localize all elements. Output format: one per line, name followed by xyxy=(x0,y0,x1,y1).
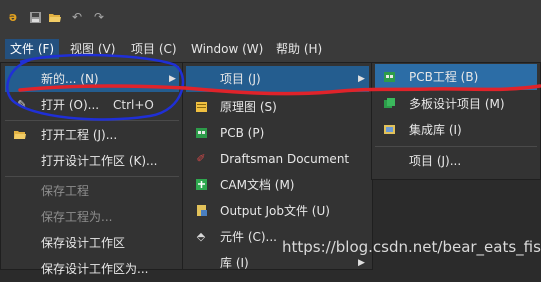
new-item-draftsman-label: Draftsman Document xyxy=(220,152,350,166)
new-item-output-job[interactable]: Output Job文件 (U) xyxy=(186,198,369,224)
menu-file[interactable]: 文件 (F) xyxy=(5,39,60,59)
schematic-icon xyxy=(194,100,208,114)
new-item-cam-label: CAM文档 (M) xyxy=(220,178,295,192)
submenu-arrow-icon: ▶ xyxy=(358,74,365,84)
project-item-project-label: 项目 (J)... xyxy=(409,154,462,168)
draftsman-icon: ✐ xyxy=(196,152,206,165)
project-item-integrated-library-label: 集成库 (I) xyxy=(409,123,462,137)
project-item-multiboard[interactable]: 多板设计项目 (M) xyxy=(375,91,537,117)
project-item-pcb-project[interactable]: PCB工程 (B) xyxy=(375,64,537,90)
menu-item-new[interactable]: 新的... (N) ▶ xyxy=(5,66,179,92)
toolbar: ə ↶ ↷ xyxy=(0,0,541,36)
new-item-library-label: 库 (I) xyxy=(220,256,249,270)
menu-item-open[interactable]: ✎ 打开 (O)... Ctrl+O xyxy=(5,92,179,118)
menu-item-save-project: 保存工程 xyxy=(5,178,179,204)
new-item-draftsman[interactable]: ✐ Draftsman Document xyxy=(186,146,369,172)
menu-item-save-project-as-label: 保存工程为... xyxy=(41,210,113,224)
menu-window[interactable]: Window (W) xyxy=(186,39,268,59)
menu-bar: 文件 (F) 视图 (V) 项目 (C) Window (W) 帮助 (H) xyxy=(0,36,541,63)
new-item-component-label: 元件 (C)... xyxy=(220,230,278,244)
new-item-cam[interactable]: CAM文档 (M) xyxy=(186,172,369,198)
submenu-arrow-icon: ▶ xyxy=(169,74,176,84)
menu-item-save-project-as: 保存工程为... xyxy=(5,204,179,230)
cam-icon xyxy=(194,178,208,192)
project-item-integrated-library[interactable]: 集成库 (I) xyxy=(375,117,537,143)
menu-view[interactable]: 视图 (V) xyxy=(65,39,120,59)
new-item-project[interactable]: 项目 (J) ▶ xyxy=(186,66,369,92)
menu-item-save-workspace-as[interactable]: 保存设计工作区为... xyxy=(5,256,179,282)
component-icon: ⬘ xyxy=(196,230,206,243)
menu-project[interactable]: 项目 (C) xyxy=(126,39,182,59)
open-file-icon: ✎ xyxy=(17,98,27,111)
project-item-project[interactable]: 项目 (J)... xyxy=(375,148,537,174)
integrated-library-icon xyxy=(382,123,396,137)
new-item-project-label: 项目 (J) xyxy=(220,72,261,86)
multiboard-icon xyxy=(382,97,396,111)
menu-help[interactable]: 帮助 (H) xyxy=(271,39,327,59)
menu-item-open-shortcut: Ctrl+O xyxy=(113,98,154,112)
pcb-project-icon xyxy=(382,70,396,84)
menu-item-save-project-label: 保存工程 xyxy=(41,184,90,198)
menu-item-save-workspace-label: 保存设计工作区 xyxy=(41,236,126,250)
project-item-multiboard-label: 多板设计项目 (M) xyxy=(409,97,505,111)
project-submenu: PCB工程 (B) 多板设计项目 (M) 集成库 (I) 项目 (J)... xyxy=(371,62,541,180)
new-item-pcb[interactable]: PCB (P) xyxy=(186,120,369,146)
new-item-pcb-label: PCB (P) xyxy=(220,126,265,140)
pcb-icon xyxy=(194,126,208,140)
menu-item-save-workspace-as-label: 保存设计工作区为... xyxy=(41,262,149,276)
menu-separator xyxy=(5,176,179,177)
open-project-folder-icon xyxy=(13,128,27,142)
app-logo-icon[interactable]: ə xyxy=(6,10,20,24)
save-icon[interactable] xyxy=(28,10,42,24)
menu-item-open-project[interactable]: 打开工程 (J)... xyxy=(5,122,179,148)
file-menu: 新的... (N) ▶ ✎ 打开 (O)... Ctrl+O 打开工程 (J).… xyxy=(0,62,184,276)
menu-item-open-label: 打开 (O)... xyxy=(41,98,100,112)
undo-icon[interactable]: ↶ xyxy=(70,10,84,24)
new-item-schematic[interactable]: 原理图 (S) xyxy=(186,94,369,120)
new-item-output-job-label: Output Job文件 (U) xyxy=(220,204,330,218)
redo-icon[interactable]: ↷ xyxy=(92,10,106,24)
new-item-schematic-label: 原理图 (S) xyxy=(220,100,277,114)
menu-item-open-workspace[interactable]: 打开设计工作区 (K)... xyxy=(5,148,179,174)
menu-item-new-label: 新的... (N) xyxy=(41,72,99,86)
menu-item-save-workspace[interactable]: 保存设计工作区 xyxy=(5,230,179,256)
output-job-icon xyxy=(194,204,208,218)
project-item-pcb-project-label: PCB工程 (B) xyxy=(409,70,479,84)
menu-item-open-project-label: 打开工程 (J)... xyxy=(41,128,118,142)
open-folder-icon[interactable] xyxy=(48,10,62,24)
watermark-text: https://blog.csdn.net/bear_eats_fish xyxy=(282,238,541,256)
menu-separator xyxy=(5,120,179,121)
menu-separator xyxy=(375,146,537,147)
menu-item-open-workspace-label: 打开设计工作区 (K)... xyxy=(41,154,158,168)
